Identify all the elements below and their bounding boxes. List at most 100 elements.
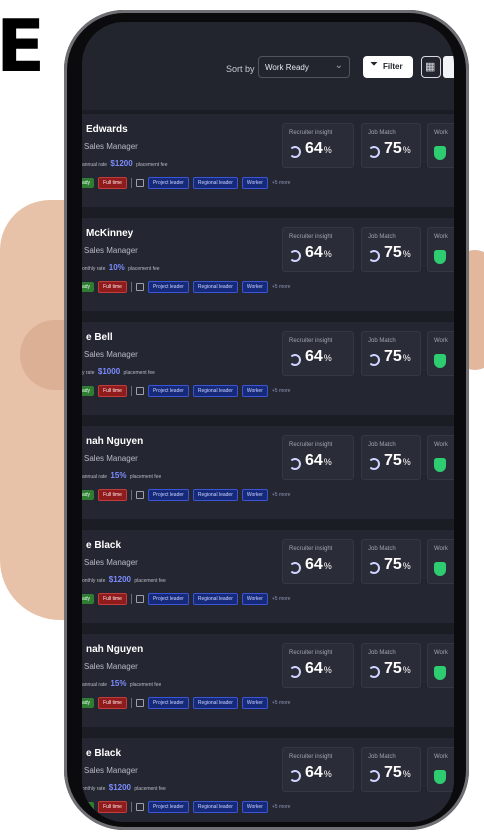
- progress-ring-icon: [289, 458, 301, 470]
- recruiter-insight-number: 64: [305, 140, 323, 157]
- divider: [130, 802, 132, 812]
- sort-select[interactable]: Work Ready ⌄: [258, 56, 350, 78]
- progress-ring-icon: [289, 250, 301, 262]
- job-match-value: 75%: [384, 348, 411, 366]
- fee-label: placement fee: [134, 578, 166, 584]
- tag-regional-leader: Regional leader: [192, 281, 238, 293]
- divider: [130, 386, 132, 396]
- tag-regional-leader: Regional leader: [192, 177, 238, 189]
- work-box: Work: [427, 227, 454, 272]
- tag-project-leader: Project leader: [147, 385, 189, 397]
- work-label: Work: [434, 338, 448, 344]
- recruiter-insight-number: 64: [305, 660, 323, 677]
- recruiter-insight-box: Recruiter insight 64%: [282, 747, 354, 792]
- recruiter-insight-number: 64: [305, 348, 323, 365]
- recruiter-insight-number: 64: [305, 556, 323, 573]
- rate-type: annual rate: [82, 162, 108, 168]
- candidate-card[interactable]: nah Nguyen Sales Manager annual rate 15%…: [82, 634, 454, 727]
- more-tags-link[interactable]: +5 more: [272, 284, 290, 290]
- work-label: Work: [434, 130, 448, 136]
- inbox-icon: [135, 387, 144, 395]
- shield-icon: [434, 458, 446, 472]
- percent-sign: %: [323, 561, 332, 571]
- candidate-role: Sales Manager: [84, 246, 138, 255]
- candidate-name: nah Nguyen: [86, 644, 144, 655]
- tag-regional-leader: Regional leader: [192, 593, 238, 605]
- job-match-value: 75%: [384, 140, 411, 158]
- progress-ring-icon: [289, 770, 301, 782]
- tag-ready: ady: [82, 594, 95, 604]
- percent-sign: %: [402, 457, 411, 467]
- fee-value: 15%: [110, 471, 127, 480]
- shield-icon: [434, 562, 446, 576]
- shield-icon: [434, 146, 446, 160]
- filter-button[interactable]: ⏷ Filter: [363, 56, 413, 78]
- percent-sign: %: [402, 561, 411, 571]
- more-tags-link[interactable]: +5 more: [272, 492, 290, 498]
- job-match-number: 75: [384, 660, 402, 677]
- fee-label: placement fee: [129, 474, 162, 480]
- percent-sign: %: [402, 145, 411, 155]
- job-match-value: 75%: [384, 244, 411, 262]
- progress-ring-icon: [368, 354, 380, 366]
- filter-button-label: Filter: [383, 62, 403, 71]
- progress-ring-icon: [368, 458, 380, 470]
- tag-regional-leader: Regional leader: [192, 801, 238, 813]
- job-match-value: 75%: [384, 764, 411, 782]
- candidate-rate: annual rate 15% placement fee: [82, 679, 161, 688]
- tag-full-time: Full time: [98, 385, 127, 397]
- candidate-role: Sales Manager: [84, 454, 138, 463]
- tag-regional-leader: Regional leader: [192, 385, 238, 397]
- recruiter-insight-box: Recruiter insight 64%: [282, 435, 354, 480]
- fee-value: 15%: [110, 679, 127, 688]
- percent-sign: %: [323, 249, 332, 259]
- recruiter-insight-box: Recruiter insight 64%: [282, 227, 354, 272]
- recruiter-insight-label: Recruiter insight: [289, 442, 333, 448]
- percent-sign: %: [402, 665, 411, 675]
- candidate-name: Edwards: [86, 124, 128, 135]
- candidate-card[interactable]: nah Nguyen Sales Manager annual rate 15%…: [82, 426, 454, 519]
- candidate-card[interactable]: e Black Sales Manager onthly rate $1200 …: [82, 530, 454, 623]
- fee-value: $1200: [108, 783, 131, 792]
- more-tags-link[interactable]: +5 more: [272, 804, 290, 810]
- tag-full-time: Full time: [98, 489, 127, 501]
- candidate-card[interactable]: e Black Sales Manager onthly rate $1200 …: [82, 738, 454, 822]
- percent-sign: %: [323, 665, 332, 675]
- candidate-card[interactable]: Edwards Sales Manager annual rate $1200 …: [82, 114, 454, 207]
- candidate-role: Sales Manager: [84, 142, 138, 151]
- job-match-label: Job Match: [368, 546, 396, 552]
- tag-full-time: Full time: [98, 281, 127, 293]
- work-label: Work: [434, 754, 448, 760]
- candidate-name: nah Nguyen: [86, 436, 144, 447]
- work-box: Work: [427, 435, 454, 480]
- tag-worker: Worker: [241, 593, 268, 605]
- recruiter-insight-number: 64: [305, 244, 323, 261]
- tag-project-leader: Project leader: [147, 281, 189, 293]
- work-box: Work: [427, 331, 454, 376]
- inbox-icon: [135, 283, 144, 291]
- tag-worker: Worker: [241, 281, 268, 293]
- work-label: Work: [434, 234, 448, 240]
- fee-value: $1200: [108, 575, 131, 584]
- candidate-role: Sales Manager: [84, 766, 138, 775]
- candidate-card[interactable]: e Bell Sales Manager y rate $1000 placem…: [82, 322, 454, 415]
- recruiter-insight-number: 64: [305, 452, 323, 469]
- more-tags-link[interactable]: +5 more: [272, 596, 290, 602]
- candidate-card[interactable]: McKinney Sales Manager onthly rate 10% p…: [82, 218, 454, 311]
- tag-worker: Worker: [241, 489, 268, 501]
- grid-icon: ▦: [425, 61, 436, 73]
- list-view-button[interactable]: [443, 56, 454, 78]
- divider: [130, 178, 132, 188]
- work-label: Work: [434, 650, 448, 656]
- tag-worker: Worker: [241, 801, 268, 813]
- tag-full-time: Full time: [98, 177, 127, 189]
- recruiter-insight-value: 64%: [305, 244, 332, 262]
- more-tags-link[interactable]: +5 more: [272, 180, 290, 186]
- filter-icon: ⏷: [370, 59, 378, 70]
- candidate-name: e Black: [86, 748, 122, 759]
- grid-view-button[interactable]: ▦: [421, 56, 441, 78]
- top-toolbar: Sort by Work Ready ⌄ ⏷ Filter ▦: [82, 22, 454, 110]
- more-tags-link[interactable]: +5 more: [272, 388, 290, 394]
- more-tags-link[interactable]: +5 more: [272, 700, 290, 706]
- shield-icon: [434, 250, 446, 264]
